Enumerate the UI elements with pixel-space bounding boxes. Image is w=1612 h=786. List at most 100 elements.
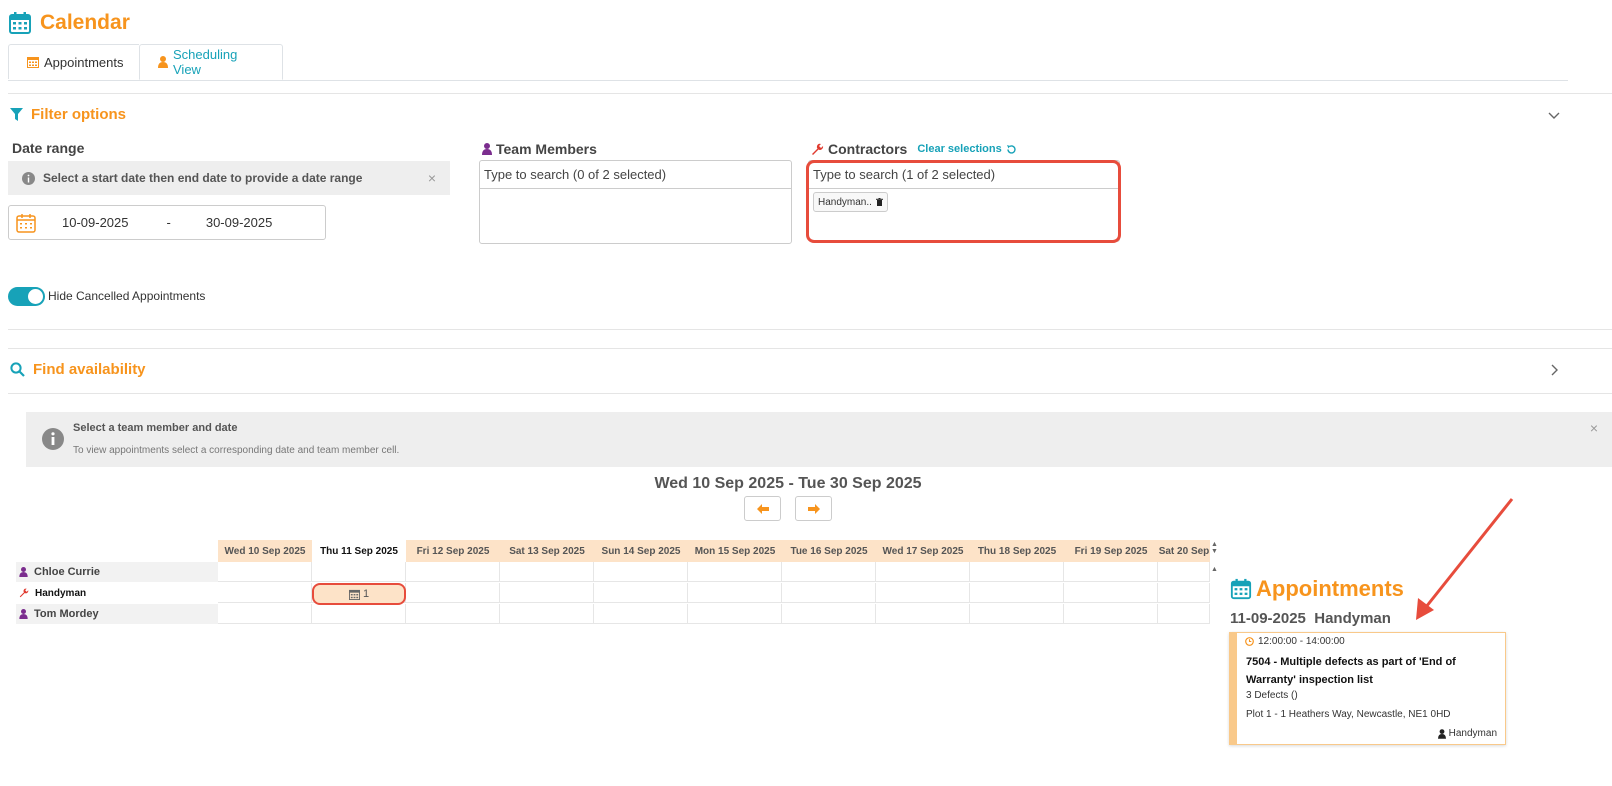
schedule-cell[interactable] [782,583,876,603]
schedule-cell[interactable] [1064,604,1158,624]
calendar-icon[interactable] [9,213,43,233]
find-availability-title: Find availability [33,361,146,378]
row-name: Chloe Currie [34,566,101,578]
calendar-icon [27,56,39,68]
divider [8,329,1612,330]
refresh-icon[interactable] [1006,144,1017,155]
appointment-address: Plot 1 - 1 Heathers Way, Newcastle, NE1 … [1246,709,1451,720]
schedule-cell[interactable] [218,562,312,582]
selection-info-box: Select a team member and date To view ap… [26,412,1612,467]
schedule-cell[interactable] [312,604,406,624]
column-header: Tue 16 Sep 2025 [782,540,876,562]
selection-info-desc: To view appointments select a correspond… [73,445,400,456]
schedule-cell[interactable] [970,604,1064,624]
schedule-cell[interactable] [406,562,500,582]
column-header: Sat 13 Sep 2025 [500,540,594,562]
scroll-arrows[interactable]: ▲ ▼ [1211,541,1218,555]
close-icon[interactable]: × [428,170,436,186]
contractors-label: Contractors Clear selections [811,141,1017,157]
appointment-title[interactable]: 7504 - Multiple defects as part of 'End … [1246,653,1496,689]
appointment-cell[interactable]: 1 [312,583,406,605]
tab-appointments[interactable]: Appointments [8,44,139,79]
user-icon [1437,728,1446,739]
schedule-cell[interactable] [406,583,500,603]
next-button[interactable] [795,496,832,521]
user-icon [19,609,28,619]
schedule-cell[interactable] [218,583,312,603]
calendar-icon [8,11,32,35]
page-title-text: Calendar [40,11,130,34]
date-range-input[interactable]: 10-09-2025 - 30-09-2025 [8,205,326,240]
date-separator: - [166,215,171,230]
selection-info-title: Select a team member and date [73,422,238,434]
schedule-cell[interactable] [594,604,688,624]
appointment-count: 1 [362,588,370,600]
team-members-select[interactable]: Type to search (0 of 2 selected) [479,160,792,244]
tab-label: Appointments [44,54,124,70]
divider [8,93,1612,94]
scroll-up-icon[interactable]: ▲ [1211,566,1218,573]
column-header: Fri 12 Sep 2025 [406,540,500,562]
column-header: Wed 10 Sep 2025 [218,540,312,562]
schedule-cell[interactable] [1064,562,1158,582]
column-header: Sat 20 Sep [1158,540,1210,562]
appointment-card[interactable]: 12:00:00 - 14:00:00 7504 - Multiple defe… [1229,632,1506,745]
chevron-right-icon[interactable] [1549,364,1559,376]
tab-bar: Appointments Scheduling View [8,44,1568,81]
schedule-cell[interactable] [688,604,782,624]
date-range-label: Date range [12,140,85,156]
user-icon [482,143,492,155]
column-header: Thu 18 Sep 2025 [970,540,1064,562]
filter-options-header[interactable]: Filter options [10,106,126,123]
schedule-cell[interactable] [594,562,688,582]
schedule-cell[interactable] [312,562,406,582]
clock-icon [1245,637,1254,646]
schedule-cell[interactable] [1158,583,1210,603]
schedule-cell[interactable] [782,604,876,624]
divider [8,393,1612,394]
user-icon [158,56,168,68]
hide-cancelled-toggle[interactable] [8,287,45,306]
schedule-cell[interactable] [876,583,970,603]
team-members-label: Team Members [482,141,597,157]
schedule-cell[interactable] [406,604,500,624]
schedule-cell[interactable] [876,562,970,582]
close-icon[interactable]: × [1590,420,1598,436]
appointment-assignee-text: Handyman [1448,728,1497,739]
schedule-cell[interactable] [970,562,1064,582]
tab-scheduling-view[interactable]: Scheduling View [139,44,283,80]
row-head-tom-mordey: Tom Mordey [16,604,218,624]
start-date[interactable]: 10-09-2025 [62,215,129,230]
schedule-cell[interactable] [876,604,970,624]
schedule-cell[interactable] [782,562,876,582]
end-date[interactable]: 30-09-2025 [206,215,273,230]
contractors-label-text: Contractors [828,141,908,157]
chevron-down-icon[interactable] [1548,109,1560,121]
schedule-cell[interactable] [594,583,688,603]
team-members-search-input[interactable]: Type to search (0 of 2 selected) [480,161,791,189]
schedule-cell[interactable] [218,604,312,624]
column-header: Thu 11 Sep 2025 [312,540,406,562]
schedule-cell[interactable] [500,583,594,603]
appointments-subtitle: 11-09-2025 Handyman [1230,610,1391,627]
column-header: Sun 14 Sep 2025 [594,540,688,562]
schedule-cell[interactable] [1158,562,1210,582]
hide-cancelled-label: Hide Cancelled Appointments [48,289,206,303]
find-availability-header[interactable]: Find availability [10,361,146,378]
schedule-cell[interactable] [688,583,782,603]
highlight-outline [806,160,1121,243]
previous-button[interactable] [744,496,781,521]
page-title: Calendar [8,8,130,38]
filter-options-title: Filter options [31,106,126,123]
schedule-cell[interactable] [500,562,594,582]
wrench-icon [19,588,29,598]
clear-selections-link[interactable]: Clear selections [917,143,1001,155]
schedule-cell[interactable] [500,604,594,624]
schedule-cell[interactable] [688,562,782,582]
schedule-cell[interactable] [970,583,1064,603]
user-icon [19,567,28,577]
appointments-date: 11-09-2025 [1230,610,1306,627]
schedule-cell[interactable] [1064,583,1158,603]
row-head-chloe-currie: Chloe Currie [16,562,218,582]
schedule-cell[interactable] [1158,604,1210,624]
